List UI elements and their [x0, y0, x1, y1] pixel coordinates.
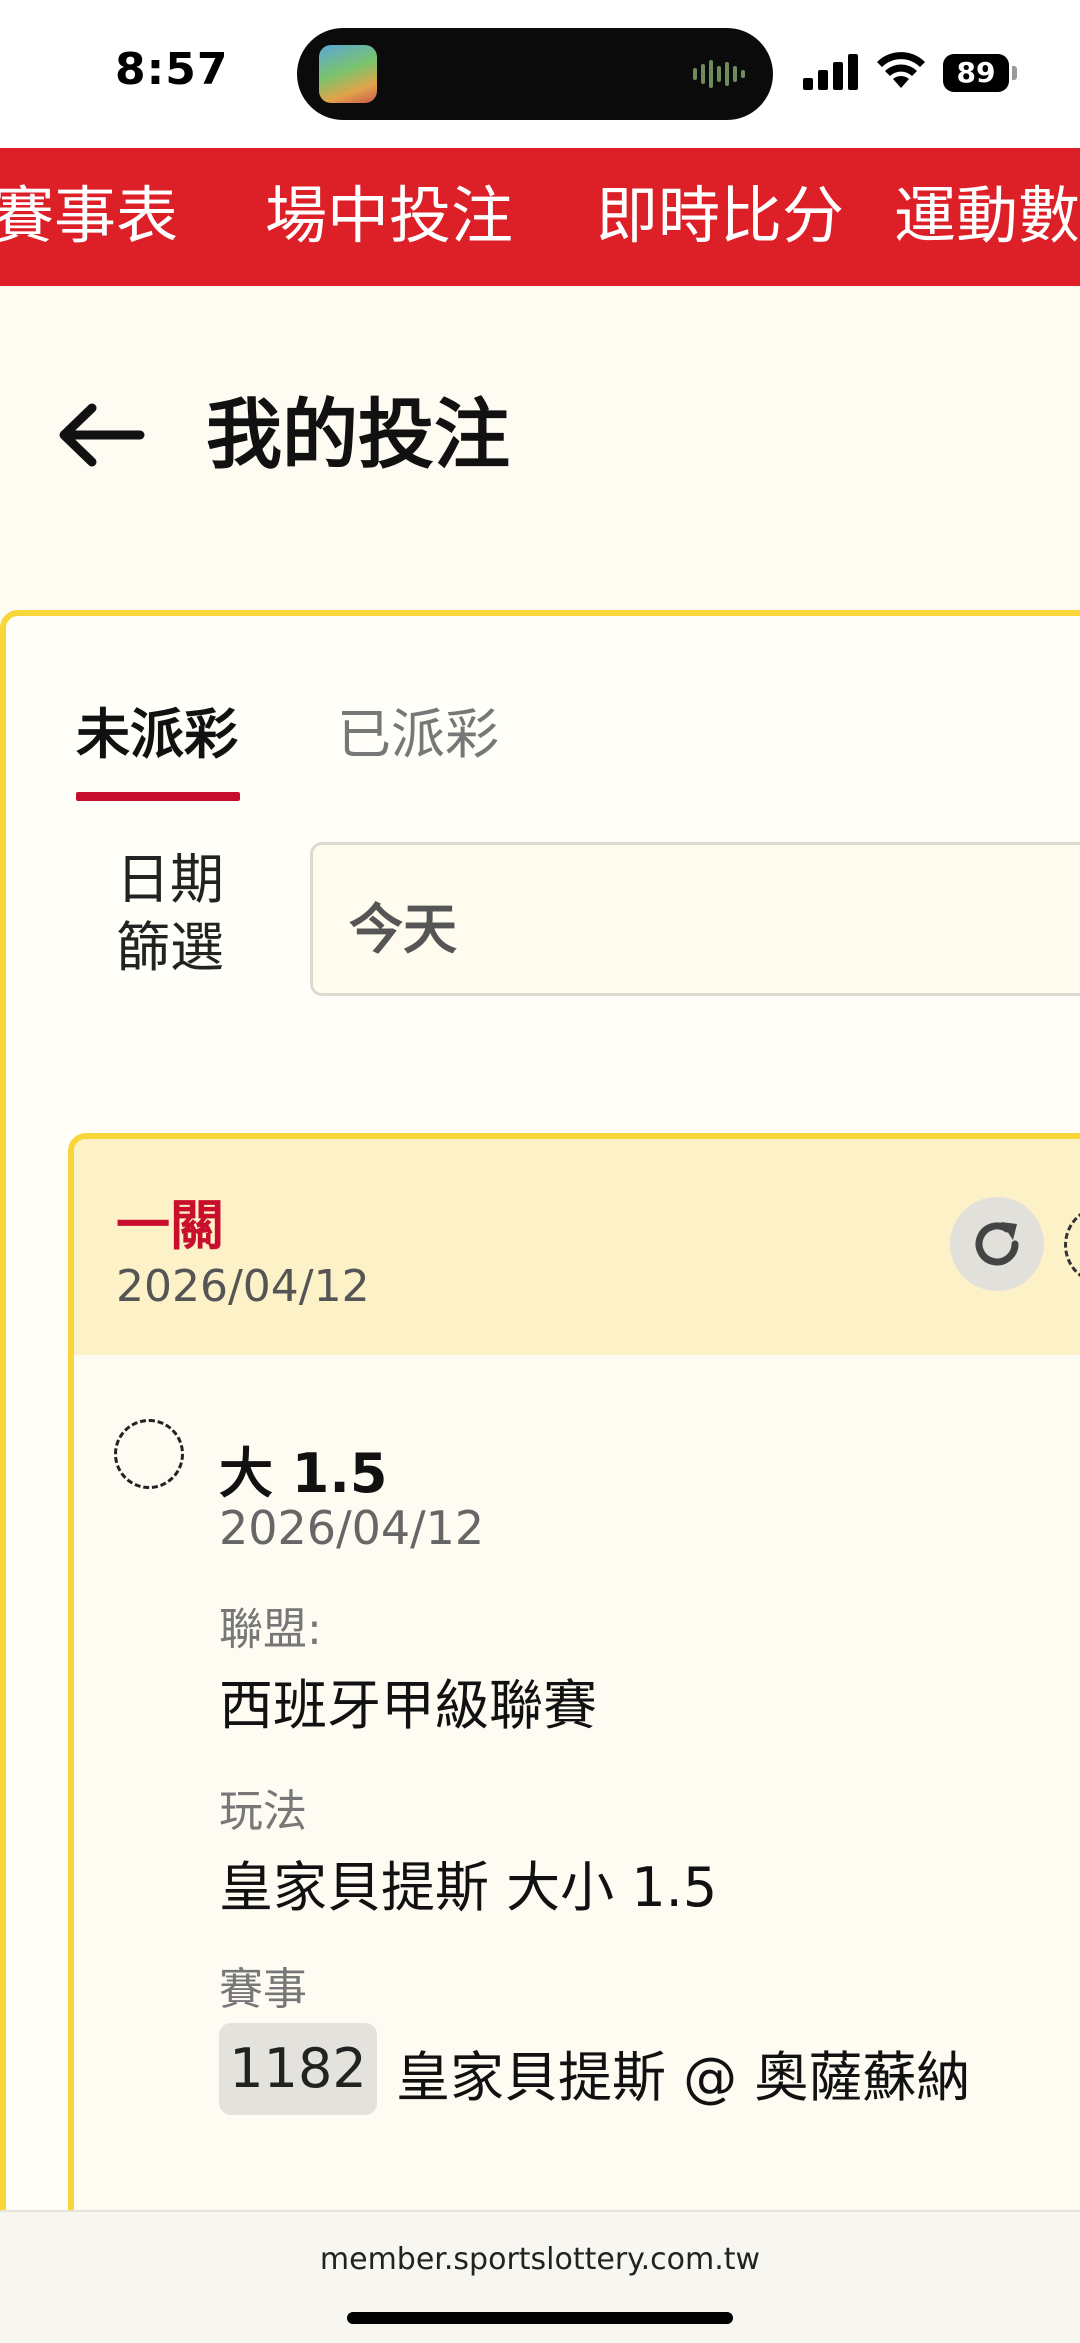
home-indicator[interactable]	[347, 2312, 733, 2324]
battery-icon: 89	[943, 54, 1019, 92]
browser-url-bar[interactable]: member.sportslottery.com.tw	[0, 2210, 1080, 2343]
battery-level: 89	[956, 56, 996, 89]
tab-settled[interactable]: 已派彩	[337, 700, 499, 770]
selection-title: 大 1.5	[219, 1442, 388, 1505]
audio-wave-icon	[693, 60, 745, 88]
nav-item-live-scores[interactable]: 即時比分	[596, 174, 844, 258]
page-title: 我的投注	[206, 390, 510, 479]
date-filter-label-line1: 日期	[116, 848, 224, 911]
date-filter-select[interactable]: 今天	[310, 842, 1080, 996]
match-code-badge: 1182	[219, 2023, 377, 2115]
bet-date: 2026/04/12	[116, 1261, 370, 1312]
app-thumbnail-icon	[319, 45, 377, 103]
dynamic-island	[297, 28, 773, 120]
nav-item-schedule[interactable]: 賽事表	[0, 174, 178, 258]
league-value: 西班牙甲級聯賽	[219, 1674, 597, 1737]
bet-type: 一關	[116, 1194, 224, 1257]
play-label: 玩法	[219, 1786, 307, 1837]
select-bet-checkbox[interactable]	[1064, 1205, 1080, 1285]
active-tab-indicator	[76, 792, 240, 801]
status-time: 8:57	[115, 44, 229, 95]
match-label: 賽事	[219, 1964, 307, 2015]
refresh-icon	[975, 1222, 1019, 1266]
play-value: 皇家貝提斯 大小 1.5	[219, 1856, 718, 1919]
selection-date: 2026/04/12	[219, 1501, 485, 1555]
wifi-icon	[877, 52, 925, 88]
top-nav: 賽事表 場中投注 即時比分 運動數	[0, 148, 1080, 286]
cellular-signal-icon	[803, 54, 858, 90]
bet-card-header: 一關 2026/04/12	[74, 1139, 1080, 1355]
league-label: 聯盟:	[219, 1604, 322, 1655]
bet-card: 一關 2026/04/12 大 1.5 2026/04/12 聯盟: 西班牙甲級…	[68, 1133, 1080, 2333]
back-arrow-icon[interactable]	[56, 400, 146, 470]
selection-status-icon	[114, 1419, 184, 1489]
tab-unsettled[interactable]: 未派彩	[76, 700, 238, 770]
refresh-button[interactable]	[950, 1197, 1044, 1291]
status-bar: 8:57 89	[0, 0, 1080, 148]
date-filter-label-line2: 篩選	[116, 916, 224, 979]
match-name: 皇家貝提斯 @ 奧薩蘇納	[396, 2046, 971, 2109]
nav-item-live-betting[interactable]: 場中投注	[265, 174, 513, 258]
nav-item-sports-data[interactable]: 運動數	[894, 174, 1080, 258]
date-filter-label: 日期 篩選	[110, 846, 230, 982]
url-text: member.sportslottery.com.tw	[319, 2242, 761, 2277]
date-filter-value: 今天	[349, 898, 457, 961]
